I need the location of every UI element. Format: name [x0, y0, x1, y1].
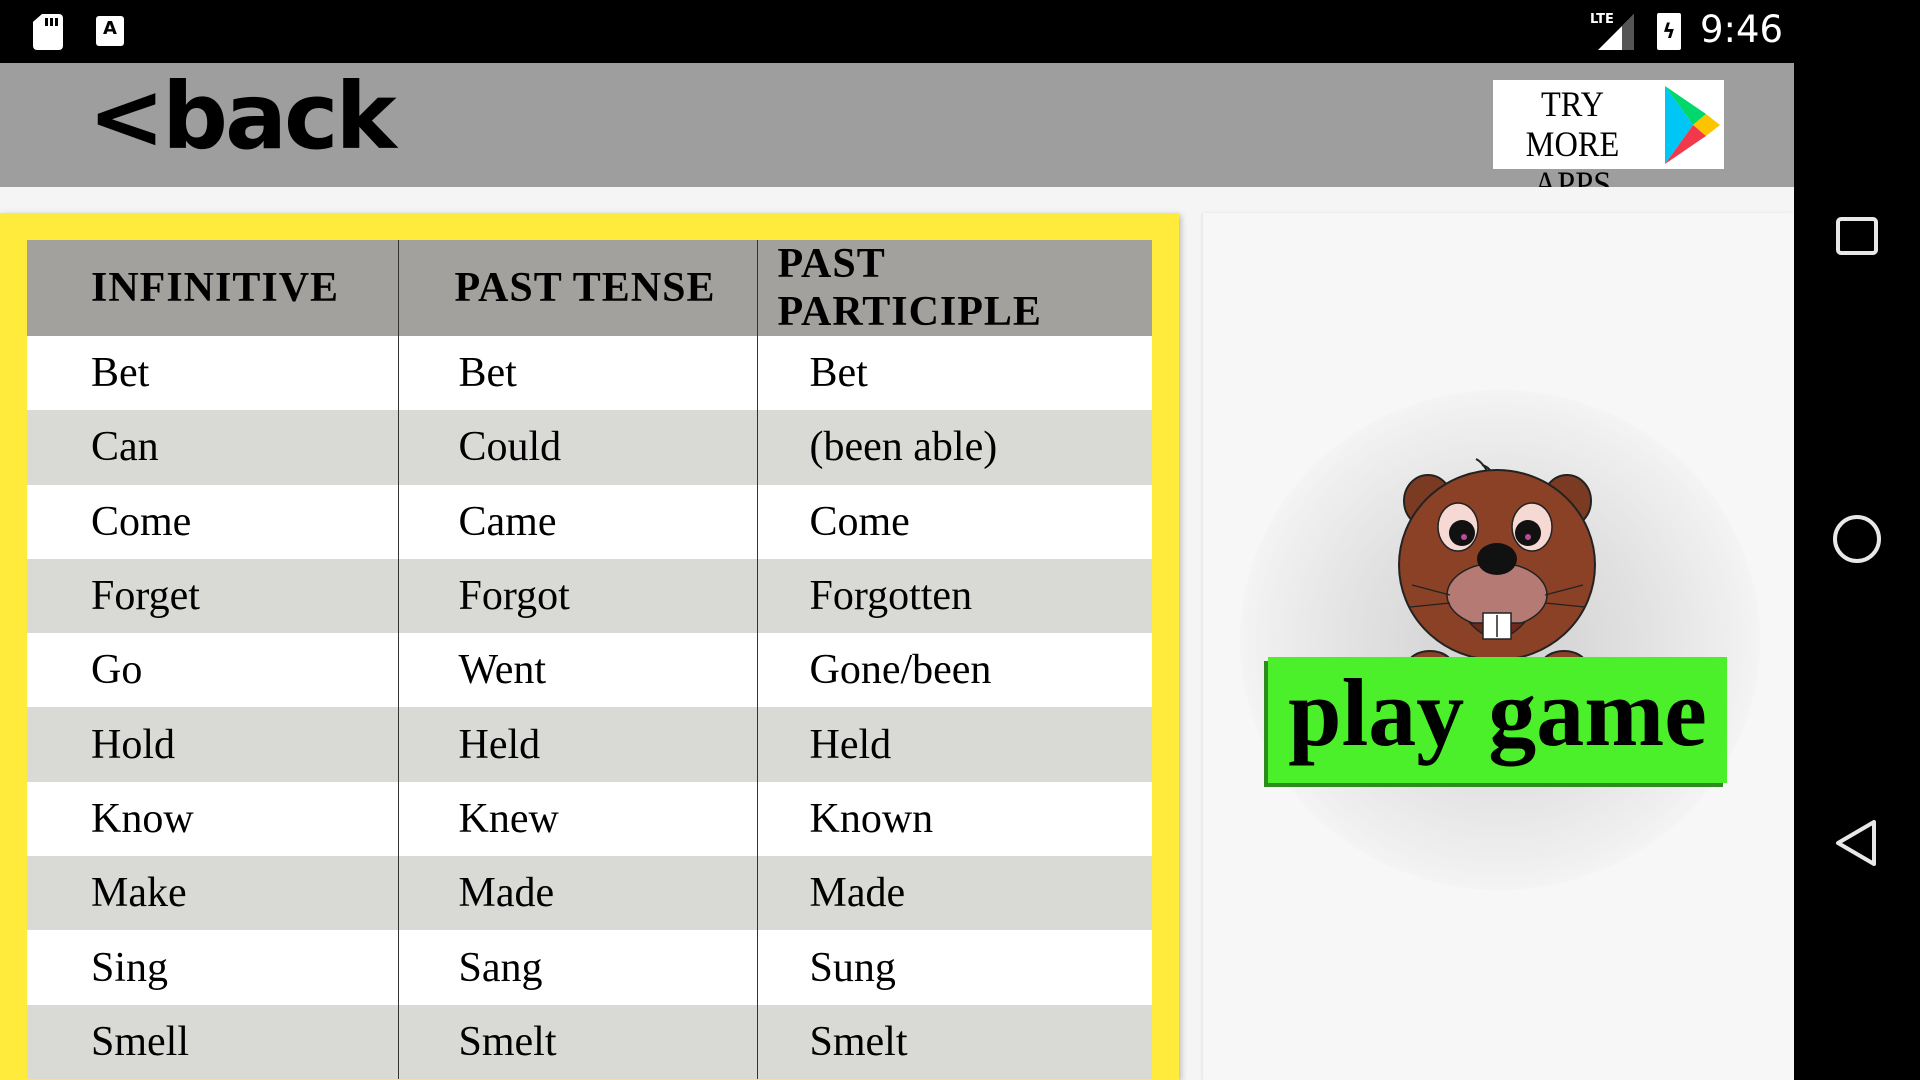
header-infinitive: INFINITIVE: [27, 240, 398, 336]
home-circle-icon[interactable]: [1824, 506, 1890, 572]
infinitive-cell: Know: [27, 781, 398, 857]
infinitive-cell: Smell: [27, 1004, 398, 1079]
past-tense-cell: Forgot: [397, 558, 757, 634]
infinitive-cell: Make: [27, 856, 398, 931]
past-tense-cell: Made: [397, 856, 757, 931]
past-participle-cell: Forgotten: [756, 558, 1152, 634]
header-past-tense: PAST TENSE: [397, 240, 757, 336]
app-bar: <back TRY MORE APPS: [0, 63, 1794, 204]
past-tense-cell: Smelt: [397, 1004, 757, 1079]
google-play-icon: [1665, 86, 1720, 164]
play-game-button[interactable]: play game: [1268, 657, 1727, 783]
accessibility-a-icon: A: [96, 16, 124, 46]
infinitive-cell: Go: [27, 633, 398, 708]
back-triangle-icon[interactable]: [1824, 810, 1890, 876]
battery-charging-icon: ϟ: [1657, 13, 1681, 50]
sd-card-icon: [33, 14, 63, 50]
try-more-apps-button[interactable]: TRY MORE APPS: [1493, 80, 1724, 204]
past-participle-cell: Come: [756, 484, 1152, 559]
infinitive-cell: Come: [27, 484, 398, 559]
past-participle-cell: Known: [756, 781, 1152, 857]
past-tense-cell: Came: [397, 484, 757, 559]
past-participle-cell: Bet: [756, 336, 1152, 411]
past-tense-cell: Sang: [397, 930, 757, 1005]
table-row: Come Came Come: [27, 484, 1152, 559]
table-row: Sing Sang Sung: [27, 930, 1152, 1005]
past-tense-cell: Knew: [397, 781, 757, 857]
table-row: Bet Bet Bet: [27, 336, 1152, 411]
table-row: Go Went Gone/been: [27, 633, 1152, 708]
try-more-apps-line1: TRY: [1540, 84, 1604, 124]
infinitive-cell: Sing: [27, 930, 398, 1005]
table-row: Make Made Made: [27, 856, 1152, 931]
table-row: Hold Held Held: [27, 707, 1152, 782]
navigation-bar: [1794, 0, 1920, 1080]
table-header-row: INFINITIVE PAST TENSE PAST PARTICIPLE: [27, 240, 1152, 336]
past-participle-cell: Sung: [756, 930, 1152, 1005]
table-row: Forget Forgot Forgotten: [27, 558, 1152, 634]
infinitive-cell: Bet: [27, 336, 398, 411]
infinitive-cell: Hold: [27, 707, 398, 782]
past-tense-cell: Bet: [397, 336, 757, 411]
table-row: Smell Smelt Smelt: [27, 1004, 1152, 1079]
header-past-participle: PAST PARTICIPLE: [756, 240, 1152, 336]
table-row: Know Knew Known: [27, 781, 1152, 857]
status-bar: A LTE ϟ 9:46: [0, 0, 1920, 63]
back-button[interactable]: <back: [88, 63, 397, 187]
past-participle-cell: (been able): [756, 410, 1152, 485]
past-participle-cell: Made: [756, 856, 1152, 931]
table-row: Can Could (been able): [27, 410, 1152, 485]
irregular-verbs-table: INFINITIVE PAST TENSE PAST PARTICIPLE Be…: [27, 240, 1152, 1079]
clock: 9:46: [1700, 8, 1784, 51]
recents-square-icon[interactable]: [1824, 202, 1890, 268]
try-more-apps-label: TRY MORE APPS: [1496, 84, 1649, 204]
past-participle-cell: Gone/been: [756, 633, 1152, 708]
past-tense-cell: Went: [397, 633, 757, 708]
infinitive-cell: Forget: [27, 558, 398, 634]
past-participle-cell: Smelt: [756, 1004, 1152, 1079]
infinitive-cell: Can: [27, 410, 398, 485]
past-participle-cell: Held: [756, 707, 1152, 782]
beaver-mascot-icon: [1398, 458, 1596, 675]
past-tense-cell: Could: [397, 410, 757, 485]
past-tense-cell: Held: [397, 707, 757, 782]
